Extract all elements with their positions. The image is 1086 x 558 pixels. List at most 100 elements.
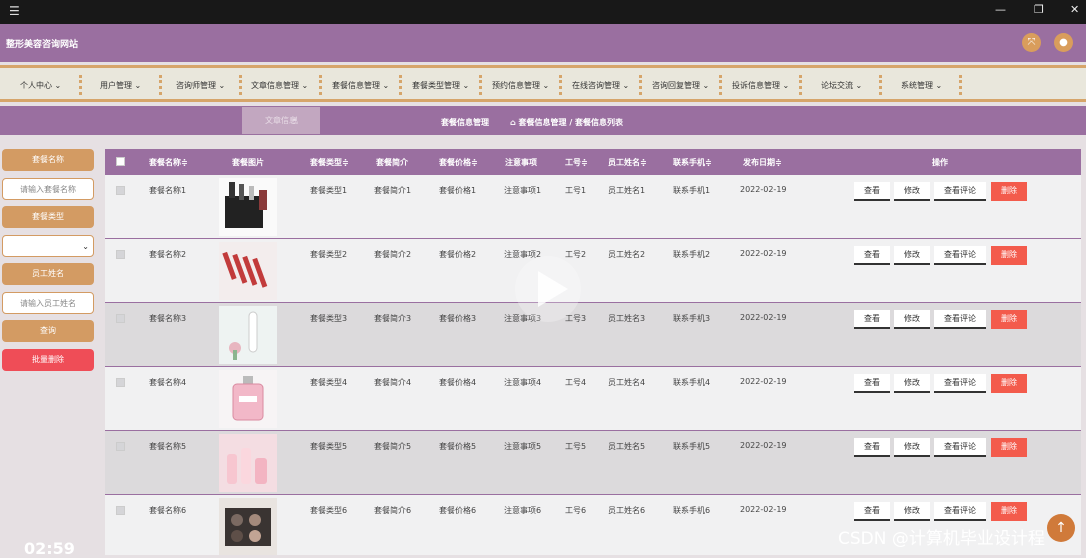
chevron-down-icon: ⌄ [82,242,89,251]
back-to-top-icon[interactable]: ↑ [1047,514,1075,542]
nav-divider [239,75,242,95]
view-button[interactable]: 查看 [854,374,890,393]
column-header[interactable]: 员工姓名≑ [608,157,647,168]
column-header[interactable]: 发布日期≑ [743,157,782,168]
view-button[interactable]: 查看 [854,438,890,457]
delete-button[interactable]: 删除 [991,438,1027,457]
nav-item-packages[interactable]: 套餐信息管理 ⌄ [332,80,389,91]
nav-item-online-consult[interactable]: 在线咨询管理 ⌄ [572,80,629,91]
table-row: 套餐名称3 套餐类型3 套餐简介3 套餐价格3 注意事项3 工号3 员工姓名3 … [105,303,1081,367]
edit-button[interactable]: 修改 [894,246,930,265]
package-type-select[interactable]: ⌄ [2,235,94,257]
delete-button[interactable]: 删除 [991,502,1027,521]
view-comments-button[interactable]: 查看评论 [934,374,986,393]
minimize-icon[interactable]: — [995,4,1006,16]
date-cell: 2022-02-19 [740,185,787,194]
edit-button[interactable]: 修改 [894,438,930,457]
nav-item-profile[interactable]: 个人中心 ⌄ [20,80,61,91]
nav-divider [879,75,882,95]
row-checkbox[interactable] [116,506,125,515]
view-button[interactable]: 查看 [854,502,890,521]
view-comments-button[interactable]: 查看评论 [934,310,986,329]
column-header: 操作 [932,158,948,167]
package-name-cell: 套餐名称2 [149,250,187,259]
note-cell: 注意事项6 [504,506,542,515]
staff-no-cell: 工号5 [565,442,587,451]
package-name-input[interactable]: 请输入套餐名称 [2,178,94,200]
nav-item-complaints[interactable]: 投诉信息管理 ⌄ [732,80,789,91]
user-avatar-icon[interactable]: ● [1054,33,1073,52]
nav-item-consultants[interactable]: 咨询师管理 ⌄ [176,80,225,91]
hamburger-menu-icon[interactable]: ☰ [9,5,20,17]
package-type-cell: 套餐类型2 [310,250,348,259]
restore-icon[interactable]: ❐ [1034,4,1044,16]
package-table: 套餐名称≑ 套餐图片 套餐类型≑ 套餐简介 套餐价格≑ 注意事项 工号≑ 员工姓… [105,149,1081,555]
nav-item-appointments[interactable]: 预约信息管理 ⌄ [492,80,549,91]
staff-name-input[interactable]: 请输入员工姓名 [2,292,94,314]
package-name-cell: 套餐名称3 [149,314,187,323]
date-cell: 2022-02-19 [740,505,787,514]
table-row: 套餐名称4 套餐类型4 套餐简介4 套餐价格4 注意事项4 工号4 员工姓名4 … [105,367,1081,431]
column-header[interactable]: 套餐类型≑ [310,157,349,168]
view-comments-button[interactable]: 查看评论 [934,502,986,521]
package-intro-cell: 套餐简介5 [374,442,412,451]
edit-button[interactable]: 修改 [894,182,930,201]
view-button[interactable]: 查看 [854,182,890,201]
window-titlebar: ☰ — ❐ ✕ [0,0,1086,24]
delete-button[interactable]: 删除 [991,310,1027,329]
row-checkbox[interactable] [116,186,125,195]
view-comments-button[interactable]: 查看评论 [934,438,986,457]
date-cell: 2022-02-19 [740,377,787,386]
row-checkbox[interactable] [116,378,125,387]
package-image [219,370,277,428]
edit-button[interactable]: 修改 [894,502,930,521]
play-icon[interactable] [514,255,582,323]
nav-item-package-types[interactable]: 套餐类型管理 ⌄ [412,80,469,91]
edit-button[interactable]: 修改 [894,310,930,329]
column-header[interactable]: 工号≑ [565,157,588,168]
package-image [219,242,277,300]
view-comments-button[interactable]: 查看评论 [934,246,986,265]
phone-cell: 联系手机6 [673,506,711,515]
nav-item-articles[interactable]: 文章信息管理 ⌄ [251,80,308,91]
query-button[interactable]: 查询 [2,320,94,342]
nav-divider [479,75,482,95]
row-checkbox[interactable] [116,250,125,259]
view-comments-button[interactable]: 查看评论 [934,182,986,201]
batch-delete-button[interactable]: 批量删除 [2,349,94,371]
delete-button[interactable]: 删除 [991,182,1027,201]
nav-item-system[interactable]: 系统管理 ⌄ [901,80,942,91]
breadcrumb-bar: 文章信息 套餐信息管理 ⌂ 套餐信息管理 / 套餐信息列表 [0,106,1086,135]
nav-divider [399,75,402,95]
date-cell: 2022-02-19 [740,441,787,450]
delete-button[interactable]: 删除 [991,374,1027,393]
view-button[interactable]: 查看 [854,246,890,265]
row-checkbox[interactable] [116,442,125,451]
note-cell: 注意事项5 [504,442,542,451]
select-all-checkbox[interactable] [116,157,125,166]
nav-divider [639,75,642,95]
view-button[interactable]: 查看 [854,310,890,329]
nav-item-replies[interactable]: 咨询回复管理 ⌄ [652,80,709,91]
nav-item-forum[interactable]: 论坛交流 ⌄ [821,80,862,91]
phone-cell: 联系手机1 [673,186,711,195]
column-header[interactable]: 套餐名称≑ [149,157,188,168]
package-name-cell: 套餐名称1 [149,186,187,195]
mouse-cursor-icon: ☝ [292,116,299,127]
package-type-label: 套餐类型 [2,206,94,228]
package-price-cell: 套餐价格5 [439,442,477,451]
home-icon[interactable]: ⌂ [510,118,516,127]
column-header[interactable]: 套餐价格≑ [439,157,478,168]
delete-button[interactable]: 删除 [991,246,1027,265]
watermark-text: CSDN @计算机毕业设计程 [838,529,1045,549]
package-price-cell: 套餐价格6 [439,506,477,515]
package-type-cell: 套餐类型6 [310,506,348,515]
column-header[interactable]: 联系手机≑ [673,157,712,168]
edit-button[interactable]: 修改 [894,374,930,393]
row-checkbox[interactable] [116,314,125,323]
fullscreen-icon[interactable]: ⤧ [1022,33,1041,52]
close-icon[interactable]: ✕ [1070,4,1079,16]
tab-article-info[interactable]: 文章信息 [242,107,320,134]
staff-name-cell: 员工姓名3 [608,314,646,323]
nav-item-users[interactable]: 用户管理 ⌄ [100,80,141,91]
